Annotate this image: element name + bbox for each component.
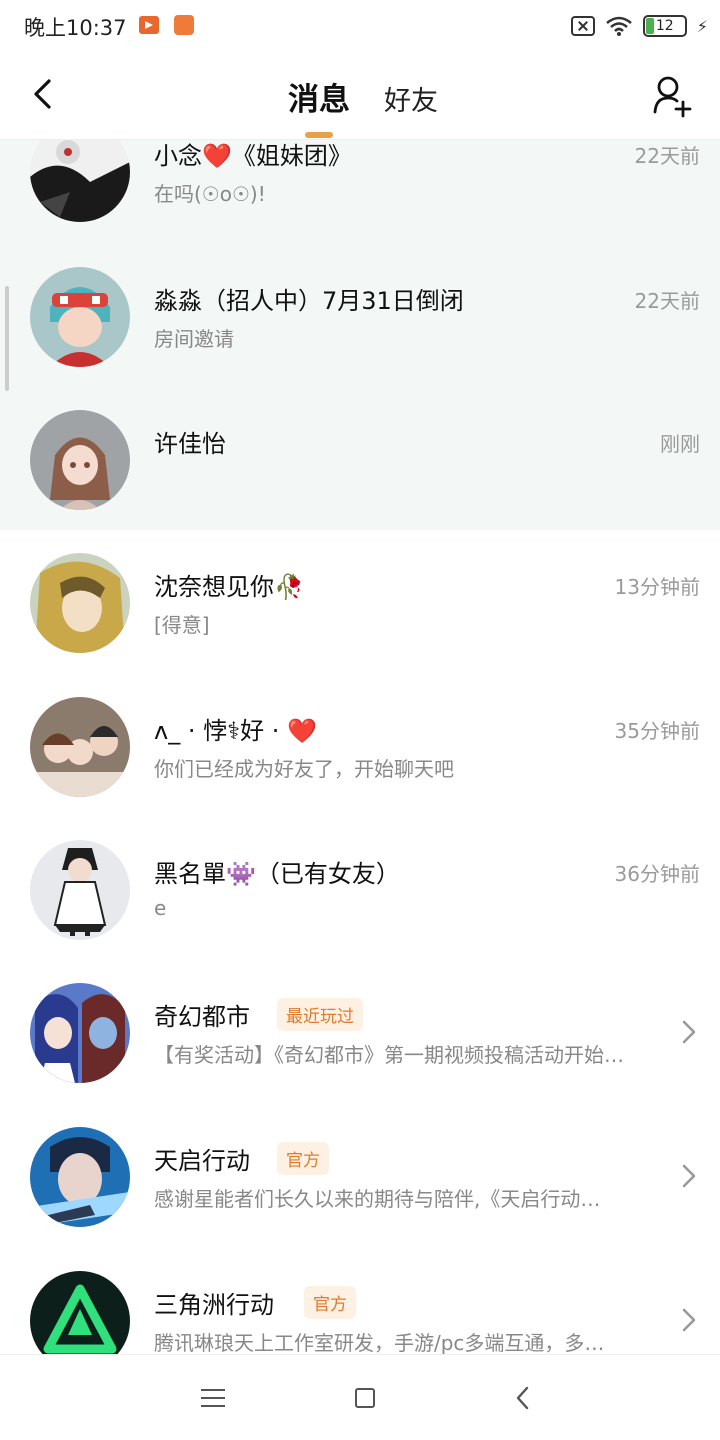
- avatar: [30, 1271, 130, 1354]
- official-badge: 官方: [277, 1142, 329, 1175]
- contact-name: 小念❤️《姐妹团》: [154, 142, 352, 170]
- message-preview: 房间邀请: [154, 327, 234, 351]
- no-sim-icon: [570, 16, 595, 36]
- wifi-icon: [605, 16, 632, 36]
- game-row[interactable]: 奇幻都市 最近玩过 【有奖活动】《奇幻都市》第一期视频投稿活动开始…: [0, 983, 720, 1126]
- avatar: [30, 840, 130, 940]
- message-preview: 你们已经成为好友了，开始聊天吧: [154, 757, 454, 781]
- message-preview: e: [154, 896, 167, 920]
- game-row[interactable]: 三角洲行动 官方 腾讯琳琅天上工作室研发，手游/pc多端互通，多…: [0, 1271, 720, 1354]
- back-button[interactable]: [22, 72, 66, 116]
- avatar: [30, 140, 130, 222]
- game-name: 天启行动: [154, 1147, 250, 1175]
- conversation-row[interactable]: ʌ_ · 悖⚕好 · ❤️ 你们已经成为好友了，开始聊天吧 35分钟前: [0, 697, 720, 840]
- tab-messages[interactable]: 消息: [288, 74, 350, 119]
- message-preview: 感谢星能者们长久以来的期待与陪伴,《天启行动…: [154, 1187, 601, 1211]
- avatar: [30, 983, 130, 1083]
- avatar: [30, 553, 130, 653]
- add-user-icon: [653, 76, 692, 118]
- avatar: [30, 410, 130, 510]
- recent-apps-button[interactable]: [201, 1389, 227, 1409]
- add-friend-button[interactable]: [650, 72, 694, 120]
- official-badge: 官方: [304, 1286, 356, 1319]
- message-time: 刚刚: [660, 432, 700, 456]
- message-time: 35分钟前: [614, 719, 700, 743]
- conversation-row[interactable]: 小念❤️《姐妹团》 在吗(☉o☉)! 22天前: [0, 140, 720, 265]
- message-preview: [得意]: [154, 613, 210, 637]
- system-back-button[interactable]: [513, 1385, 533, 1411]
- message-time: 36分钟前: [614, 862, 700, 886]
- message-time: 13分钟前: [614, 575, 700, 599]
- message-time: 22天前: [634, 289, 700, 313]
- shopping-app-icon: [174, 15, 194, 35]
- conversation-row[interactable]: 许佳怡 刚刚: [0, 410, 720, 553]
- contact-name: 淼淼（招人中）7月31日倒闭: [154, 287, 464, 315]
- screen: 晚上10:37 12 ⚡ 消息 好友 小念❤️《姐妹团》 在吗(☉o☉)! 22…: [0, 0, 720, 1440]
- contact-name: 许佳怡: [154, 430, 226, 458]
- conversation-list[interactable]: 小念❤️《姐妹团》 在吗(☉o☉)! 22天前 淼淼（招人中）7月31日倒闭 房…: [0, 140, 720, 1354]
- battery-level: 12: [655, 18, 674, 34]
- game-name: 奇幻都市: [154, 1003, 250, 1031]
- charging-icon: ⚡: [696, 16, 708, 36]
- top-bar: 消息 好友: [0, 52, 720, 140]
- message-preview: 【有奖活动】《奇幻都市》第一期视频投稿活动开始…: [154, 1043, 624, 1067]
- chevron-right-icon: [682, 1020, 696, 1044]
- avatar: [30, 267, 130, 367]
- message-preview: 腾讯琳琅天上工作室研发，手游/pc多端互通，多…: [154, 1331, 605, 1354]
- contact-name: 沈奈想见你🥀: [154, 573, 304, 601]
- game-name: 三角洲行动: [154, 1291, 274, 1319]
- tab-friends[interactable]: 好友: [384, 79, 438, 118]
- conversation-row[interactable]: 沈奈想见你🥀 [得意] 13分钟前: [0, 553, 720, 696]
- chevron-right-icon: [682, 1308, 696, 1332]
- system-nav-bar: [0, 1354, 720, 1440]
- avatar: [30, 1127, 130, 1227]
- contact-name: ʌ_ · 悖⚕好 · ❤️: [154, 717, 317, 745]
- game-row[interactable]: 天启行动 官方 感谢星能者们长久以来的期待与陪伴,《天启行动…: [0, 1127, 720, 1270]
- contact-name: 黑名單👾（已有女友）: [154, 860, 400, 888]
- active-tab-indicator: [305, 132, 333, 138]
- recently-played-badge: 最近玩过: [277, 998, 363, 1031]
- home-button[interactable]: [355, 1388, 375, 1408]
- conversation-row[interactable]: 淼淼（招人中）7月31日倒闭 房间邀请 22天前: [0, 267, 720, 410]
- message-time: 22天前: [634, 144, 700, 168]
- avatar: [30, 697, 130, 797]
- conversation-row[interactable]: 黑名單👾（已有女友） e 36分钟前: [0, 840, 720, 983]
- status-bar: 晚上10:37 12 ⚡: [0, 0, 720, 52]
- status-time: 晚上10:37: [24, 16, 127, 40]
- message-preview: 在吗(☉o☉)!: [154, 182, 266, 206]
- chevron-right-icon: [682, 1164, 696, 1188]
- status-icons: 12 ⚡: [570, 13, 708, 39]
- battery-icon: 12: [642, 15, 687, 37]
- chevron-left-icon: [34, 79, 51, 109]
- video-app-icon: [139, 16, 159, 34]
